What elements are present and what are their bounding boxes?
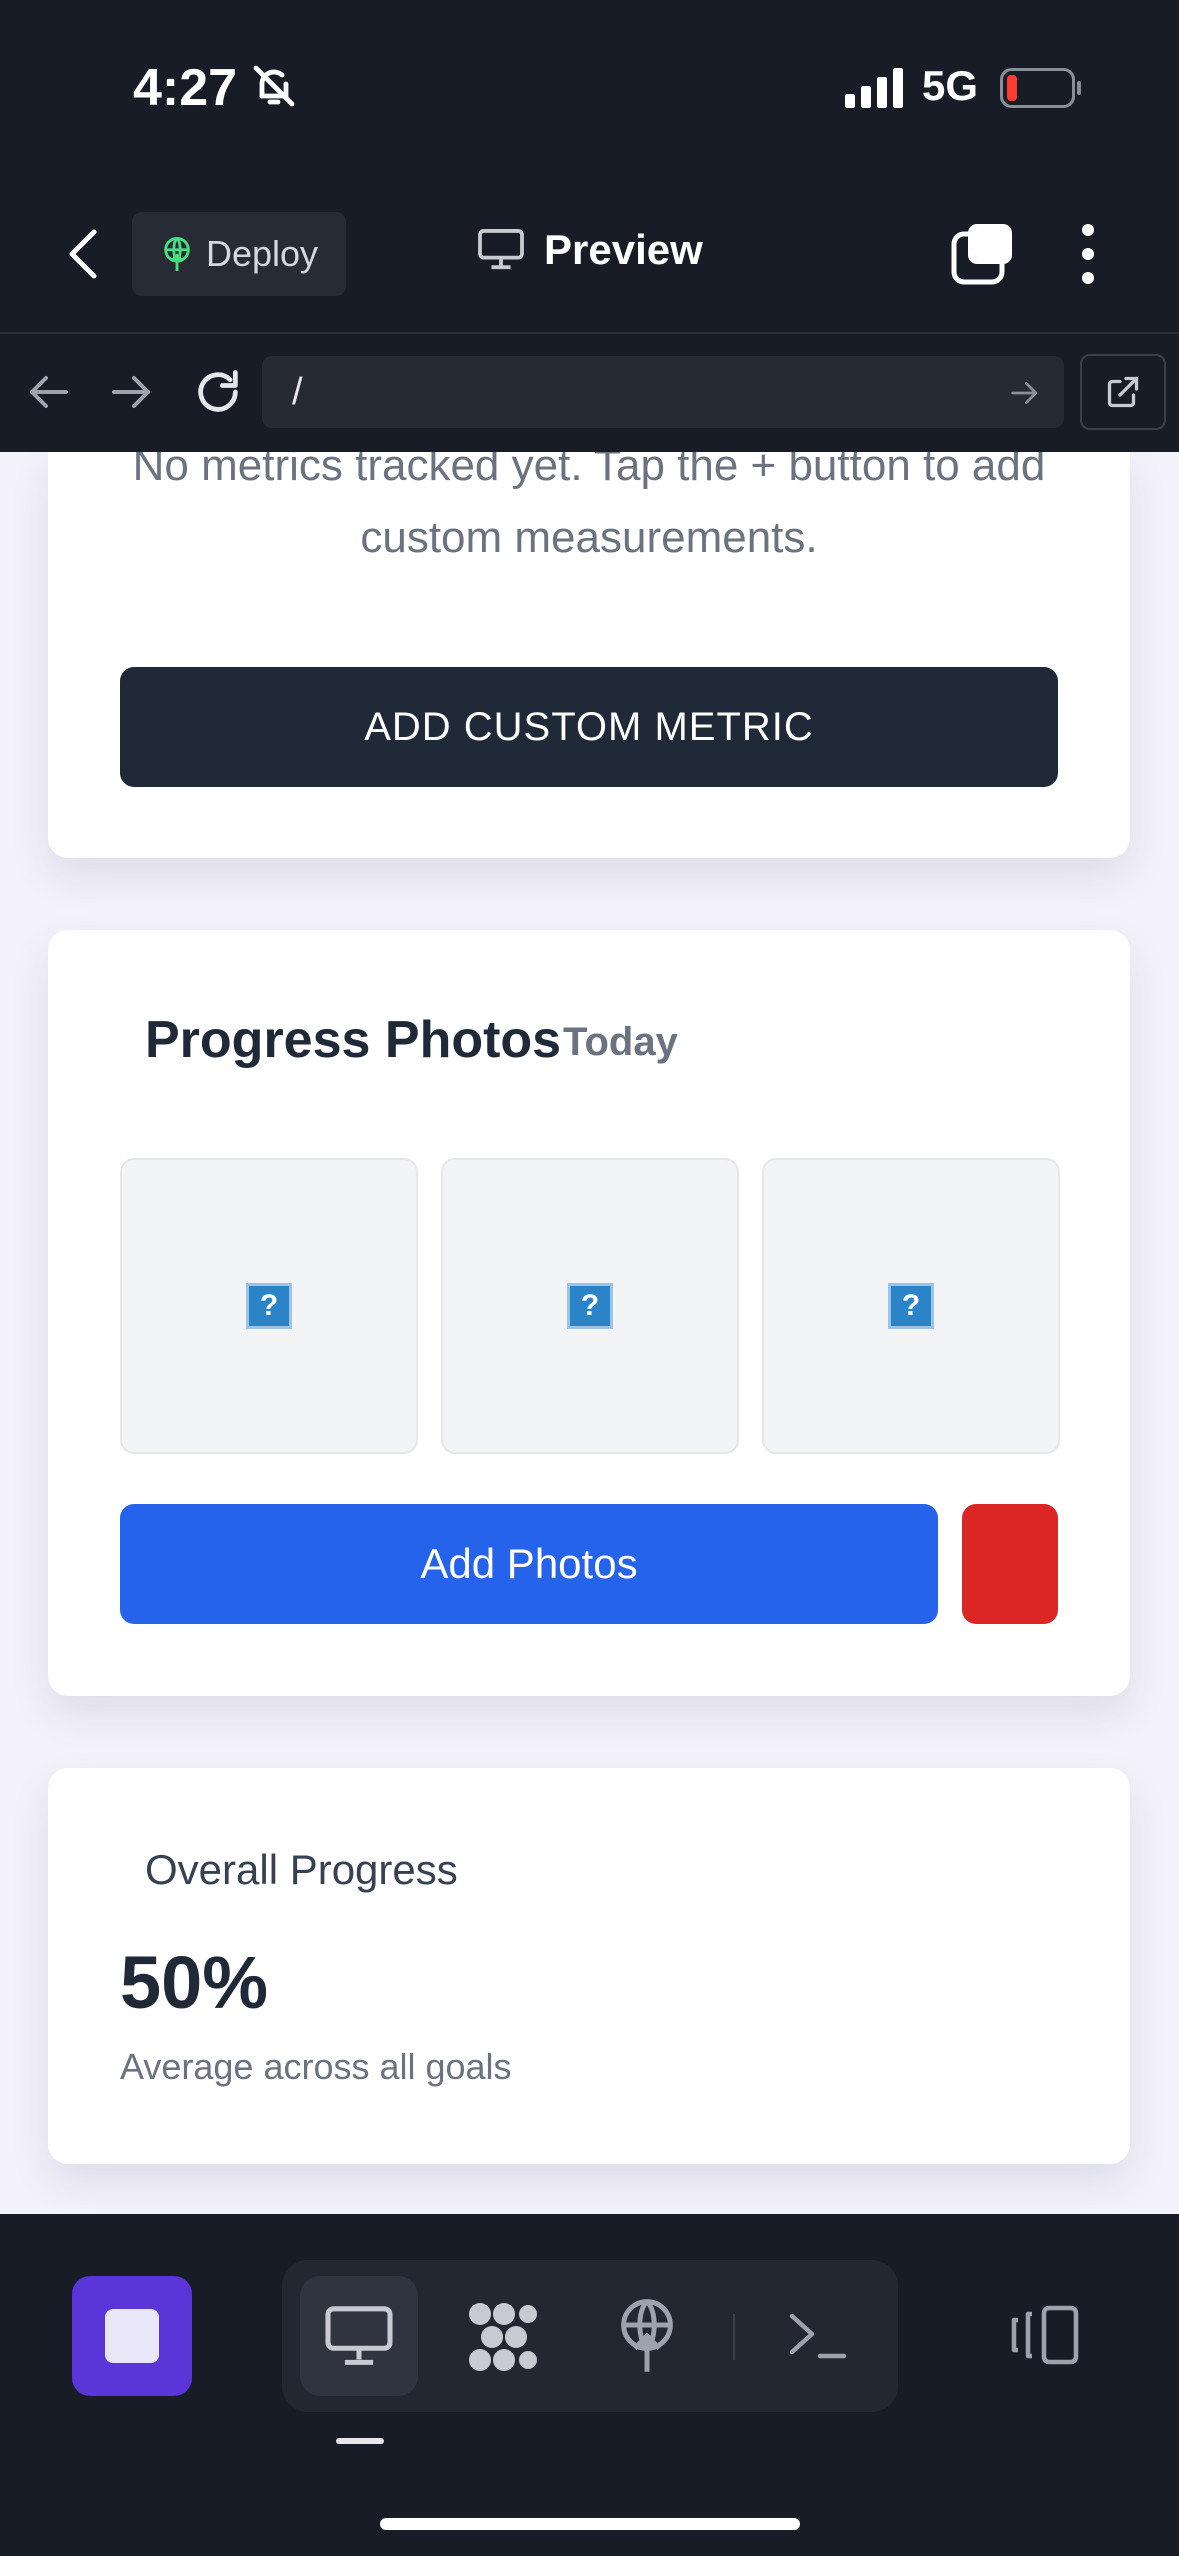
external-link-icon bbox=[1107, 376, 1139, 408]
progress-photos-title: Progress Photos bbox=[145, 1011, 562, 1069]
status-time: 4:27 bbox=[133, 59, 238, 117]
broken-image-icon: ? bbox=[888, 1283, 934, 1329]
network-type: 5G bbox=[922, 62, 979, 109]
view-console-tab[interactable] bbox=[786, 2306, 850, 2371]
active-tab-indicator bbox=[336, 2438, 384, 2444]
deploy-button[interactable]: Deploy bbox=[132, 212, 346, 296]
globe-upload-icon bbox=[621, 2299, 673, 2372]
home-indicator bbox=[380, 2518, 800, 2530]
tabs-icon bbox=[951, 224, 1012, 285]
refresh-icon bbox=[198, 370, 238, 412]
add-custom-metric-button[interactable]: ADD CUSTOM METRIC bbox=[120, 667, 1058, 787]
toolbar-divider bbox=[733, 2314, 735, 2360]
monitor-icon bbox=[478, 229, 524, 270]
tabs-button[interactable] bbox=[950, 222, 1014, 291]
browser-forward-button-overlay[interactable] bbox=[110, 372, 154, 417]
arrow-left-icon bbox=[30, 376, 68, 408]
view-assets-tab[interactable] bbox=[466, 2300, 540, 2379]
layout-toggle-button[interactable] bbox=[1010, 2304, 1082, 2371]
more-vertical-icon bbox=[1082, 224, 1094, 284]
battery-icon bbox=[1000, 68, 1082, 113]
open-external-button-overlay[interactable] bbox=[1080, 354, 1166, 430]
view-deploy-tab[interactable] bbox=[614, 2296, 680, 2381]
preview-label: Preview bbox=[544, 226, 703, 273]
signal-icon bbox=[845, 68, 907, 113]
photo-slot[interactable]: ? bbox=[120, 1158, 418, 1454]
broken-image-icon: ? bbox=[567, 1283, 613, 1329]
add-photos-button[interactable]: Add Photos bbox=[120, 1504, 938, 1624]
arrow-right-icon bbox=[1011, 382, 1038, 404]
photo-slot[interactable]: ? bbox=[762, 1158, 1060, 1454]
arrow-right-icon bbox=[112, 376, 150, 408]
back-button[interactable] bbox=[58, 226, 108, 282]
globe-upload-icon bbox=[164, 237, 190, 271]
stop-icon bbox=[105, 2309, 159, 2363]
url-go-button-overlay[interactable] bbox=[1010, 378, 1040, 413]
browser-back-button-overlay[interactable] bbox=[26, 372, 70, 417]
url-input-overlay[interactable]: / bbox=[262, 356, 1064, 428]
stop-button[interactable] bbox=[72, 2276, 192, 2396]
overall-progress-subtitle: Average across all goals bbox=[120, 2046, 512, 2087]
molecules-icon bbox=[469, 2303, 537, 2371]
monitor-icon bbox=[325, 2306, 393, 2373]
overall-progress-value: 50% bbox=[120, 1941, 269, 2024]
chevron-left-icon bbox=[69, 229, 97, 279]
bell-muted-icon bbox=[250, 62, 298, 115]
terminal-icon bbox=[789, 2313, 847, 2359]
more-options-button[interactable] bbox=[1070, 222, 1106, 291]
broken-image-icon: ? bbox=[246, 1283, 292, 1329]
delete-photos-button[interactable] bbox=[962, 1504, 1058, 1624]
preview-title[interactable]: Preview bbox=[478, 226, 703, 274]
sidebar-layout-icon bbox=[1011, 2305, 1079, 2365]
progress-photos-date: Today bbox=[563, 1020, 678, 1064]
photo-slot[interactable]: ? bbox=[441, 1158, 739, 1454]
deploy-label: Deploy bbox=[206, 233, 319, 274]
reload-button-overlay[interactable] bbox=[192, 366, 244, 423]
overall-progress-title: Overall Progress bbox=[145, 1846, 458, 1893]
